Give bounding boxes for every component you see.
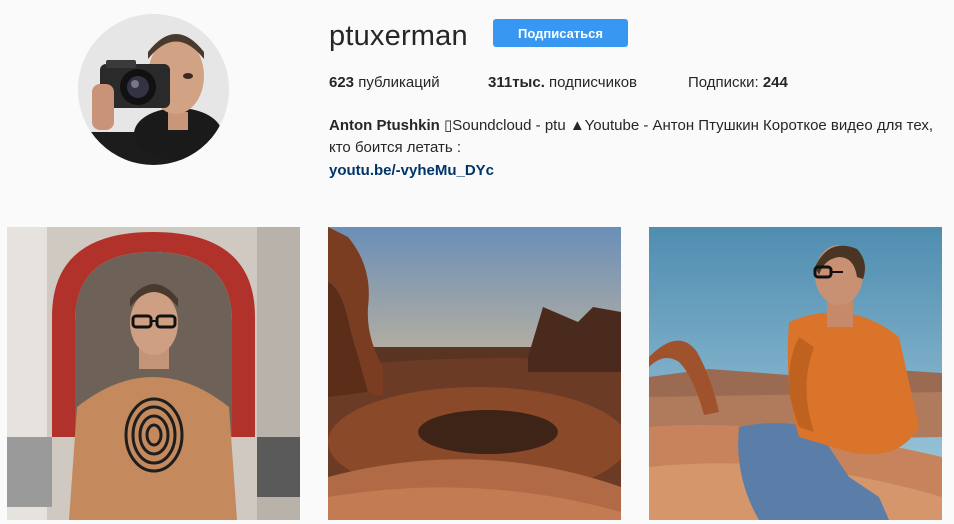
following-label: Подписки: — [688, 74, 763, 91]
followers-label: подписчиков — [544, 74, 637, 91]
post-photo — [328, 227, 621, 520]
post-thumbnail-1[interactable] — [7, 227, 300, 520]
post-thumbnail-2[interactable] — [328, 227, 621, 520]
avatar-photo — [78, 14, 229, 165]
profile-avatar[interactable] — [78, 14, 229, 165]
profile-bio: Anton Ptushkin ▯Soundcloud - ptu ▲Youtub… — [329, 115, 944, 159]
following-count: 244 — [762, 74, 788, 91]
posts-count: 623 — [329, 74, 355, 91]
stat-posts: 623 публикаций — [329, 74, 440, 92]
post-photo — [7, 227, 300, 520]
stat-followers[interactable]: 311тыс. подписчиков — [488, 74, 637, 92]
stat-following[interactable]: Подписки: 244 — [688, 74, 788, 92]
bio-link[interactable]: youtu.be/-vyheMu_DYc — [329, 162, 494, 179]
bio-name: Anton Ptushkin — [329, 117, 440, 134]
posts-label: публикаций — [354, 74, 440, 91]
post-thumbnail-3[interactable] — [649, 227, 942, 520]
profile-username: ptuxerman — [329, 20, 468, 52]
post-photo — [649, 227, 942, 520]
follow-button[interactable]: Подписаться — [493, 19, 628, 47]
followers-count: 311тыс. — [488, 74, 545, 91]
